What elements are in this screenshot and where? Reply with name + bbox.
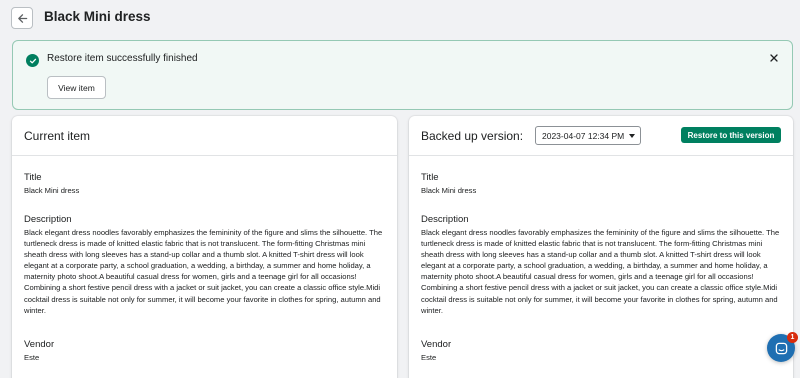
backup-heading: Backed up version: bbox=[421, 129, 524, 143]
success-banner: Restore item successfully finished View … bbox=[12, 40, 793, 110]
version-date-value: 2023-04-07 12:34 PM bbox=[542, 130, 625, 141]
description-field: Description Black elegant dress noodles … bbox=[421, 214, 783, 316]
chat-icon bbox=[775, 342, 787, 354]
banner-message: Restore item successfully finished bbox=[47, 53, 198, 64]
description-value: Black elegant dress noodles favorably em… bbox=[24, 228, 383, 315]
title-value: Black Mini dress bbox=[24, 186, 80, 195]
version-date-select[interactable]: 2023-04-07 12:34 PM bbox=[535, 126, 641, 145]
backup-version-card: Backed up version: 2023-04-07 12:34 PM R… bbox=[409, 116, 793, 378]
vendor-field: Vendor Este bbox=[24, 339, 386, 363]
vendor-label: Vendor bbox=[24, 339, 55, 350]
notification-badge: 1 bbox=[787, 332, 798, 343]
card-header: Current item bbox=[12, 116, 397, 156]
restore-version-button[interactable]: Restore to this version bbox=[681, 127, 781, 143]
title-field: Title Black Mini dress bbox=[24, 172, 386, 196]
vendor-label: Vendor bbox=[421, 339, 452, 350]
vendor-field: Vendor Este bbox=[421, 339, 783, 363]
description-field: Description Black elegant dress noodles … bbox=[24, 214, 386, 316]
page-header: Black Mini dress bbox=[0, 0, 800, 36]
title-label: Title bbox=[24, 172, 42, 183]
current-item-heading: Current item bbox=[24, 129, 91, 143]
current-item-card: Current item Title Black Mini dress Desc… bbox=[12, 116, 397, 378]
description-label: Description bbox=[421, 214, 469, 225]
view-item-button[interactable]: View item bbox=[47, 76, 106, 99]
description-value: Black elegant dress noodles favorably em… bbox=[421, 228, 780, 315]
check-circle-icon bbox=[26, 54, 39, 67]
description-label: Description bbox=[24, 214, 72, 225]
chat-launcher-button[interactable]: 1 bbox=[767, 332, 798, 362]
chevron-down-icon bbox=[629, 134, 635, 138]
title-value: Black Mini dress bbox=[421, 186, 477, 195]
card-header: Backed up version: 2023-04-07 12:34 PM R… bbox=[409, 116, 793, 156]
title-label: Title bbox=[421, 172, 439, 183]
close-icon[interactable] bbox=[768, 52, 780, 64]
back-button[interactable] bbox=[11, 7, 33, 29]
title-field: Title Black Mini dress bbox=[421, 172, 783, 196]
vendor-value: Este bbox=[421, 353, 437, 362]
arrow-left-icon bbox=[17, 13, 27, 23]
page-title: Black Mini dress bbox=[44, 9, 151, 24]
vendor-value: Este bbox=[24, 353, 40, 362]
